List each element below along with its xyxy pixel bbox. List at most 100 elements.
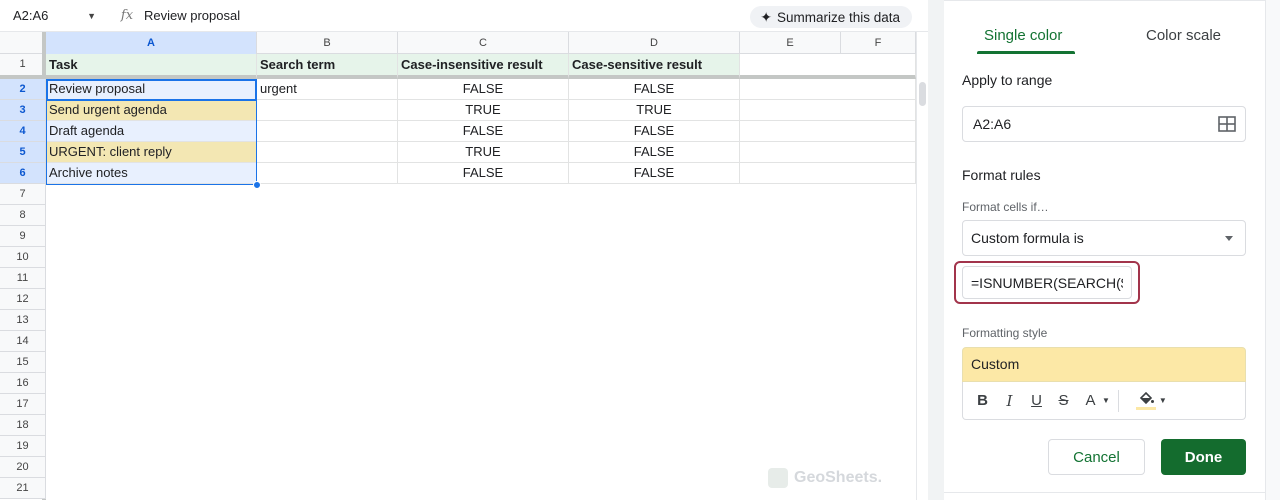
summarize-label: Summarize this data <box>776 9 900 25</box>
row-header-4[interactable]: 4 <box>0 121 46 142</box>
name-box[interactable]: A2:A6 ▼ <box>0 0 104 32</box>
column-header-f[interactable]: F <box>841 32 916 54</box>
row-header-15[interactable]: 15 <box>0 352 46 373</box>
cell[interactable] <box>257 142 398 163</box>
bold-button[interactable]: B <box>971 388 994 414</box>
tab-color-scale[interactable]: Color scale <box>1146 27 1221 44</box>
row-header-11[interactable]: 11 <box>0 268 46 289</box>
row-header-21[interactable]: 21 <box>0 478 46 499</box>
row-header-5[interactable]: 5 <box>0 142 46 163</box>
header-cell-case-sensitive[interactable]: Case-sensitive result <box>569 54 740 79</box>
cell[interactable] <box>257 121 398 142</box>
cell[interactable] <box>740 142 916 163</box>
fill-color-button[interactable] <box>1133 388 1159 414</box>
row-header-12[interactable]: 12 <box>0 289 46 310</box>
panel-scroll-gutter <box>1265 0 1280 500</box>
row-header-7[interactable]: 7 <box>0 184 46 205</box>
style-preview[interactable]: Custom <box>962 347 1246 382</box>
spreadsheet-app: A2:A6 ▼ fx Review proposal ✦ Summarize t… <box>0 0 1280 500</box>
column-header-e[interactable]: E <box>740 32 841 54</box>
fill-handle[interactable] <box>253 181 261 189</box>
row-header-1[interactable]: 1 <box>0 54 46 79</box>
dropdown-arrow-icon <box>1225 236 1233 241</box>
tab-single-color[interactable]: Single color <box>984 27 1062 44</box>
cell[interactable] <box>740 100 916 121</box>
cell[interactable]: FALSE <box>569 79 740 100</box>
row-header-8[interactable]: 8 <box>0 205 46 226</box>
cell[interactable]: FALSE <box>398 163 569 184</box>
panel-gap <box>928 0 944 500</box>
range-input-value: A2:A6 <box>973 116 1012 132</box>
row-header-6[interactable]: 6 <box>0 163 46 184</box>
fill-color-caret-icon[interactable]: ▼ <box>1159 396 1167 405</box>
formula-input[interactable]: Review proposal <box>144 8 240 23</box>
cell[interactable]: TRUE <box>398 100 569 121</box>
cell[interactable] <box>740 79 916 100</box>
panel-tabs: Single color Color scale <box>944 13 1265 55</box>
done-button[interactable]: Done <box>1161 439 1246 475</box>
row-header-3[interactable]: 3 <box>0 100 46 121</box>
summarize-button[interactable]: ✦ Summarize this data <box>750 6 912 28</box>
apply-to-range-label: Apply to range <box>962 72 1053 88</box>
column-header-a[interactable]: A <box>46 32 257 54</box>
cell[interactable]: URGENT: client reply <box>46 142 257 163</box>
vertical-scrollbar[interactable] <box>916 32 928 500</box>
paint-bucket-icon <box>1139 391 1154 404</box>
formatting-style-label: Formatting style <box>962 326 1048 340</box>
text-color-caret-icon[interactable]: ▼ <box>1102 396 1110 405</box>
column-header-b[interactable]: B <box>257 32 398 54</box>
cell[interactable]: TRUE <box>398 142 569 163</box>
cell[interactable]: urgent <box>257 79 398 100</box>
spreadsheet-grid[interactable]: A B C D E F 1 Task Search term Case-inse… <box>0 32 916 500</box>
row-header-2[interactable]: 2 <box>0 79 46 100</box>
row-header-10[interactable]: 10 <box>0 247 46 268</box>
format-rules-label: Format rules <box>962 167 1041 183</box>
chevron-down-icon[interactable]: ▼ <box>87 11 96 21</box>
header-cell-search-term[interactable]: Search term <box>257 54 398 79</box>
row-header-18[interactable]: 18 <box>0 415 46 436</box>
row-header-13[interactable]: 13 <box>0 310 46 331</box>
fx-icon: fx <box>120 8 134 23</box>
cell[interactable]: FALSE <box>398 121 569 142</box>
cell[interactable] <box>257 163 398 184</box>
cell[interactable]: Send urgent agenda <box>46 100 257 121</box>
select-range-icon[interactable] <box>1218 116 1236 132</box>
row-header-9[interactable]: 9 <box>0 226 46 247</box>
range-input[interactable]: A2:A6 <box>962 106 1246 142</box>
custom-formula-input[interactable] <box>962 266 1132 299</box>
style-toolbar: B I U S A ▼ ▼ <box>962 382 1246 420</box>
condition-select[interactable]: Custom formula is <box>962 220 1246 256</box>
scrollbar-thumb[interactable] <box>919 82 926 106</box>
cell[interactable] <box>257 100 398 121</box>
cell[interactable]: Review proposal <box>46 79 257 100</box>
strikethrough-button[interactable]: S <box>1052 388 1075 414</box>
cell[interactable]: FALSE <box>398 79 569 100</box>
cell[interactable]: FALSE <box>569 121 740 142</box>
header-cell-empty[interactable] <box>740 54 916 79</box>
select-all-corner[interactable] <box>0 32 46 54</box>
toolbar-divider <box>1117 389 1119 412</box>
format-cells-if-label: Format cells if… <box>962 200 1049 214</box>
cell[interactable] <box>740 121 916 142</box>
row-header-16[interactable]: 16 <box>0 373 46 394</box>
header-cell-task[interactable]: Task <box>46 54 257 79</box>
cell[interactable]: Draft agenda <box>46 121 257 142</box>
cell[interactable] <box>740 163 916 184</box>
column-header-c[interactable]: C <box>398 32 569 54</box>
row-header-17[interactable]: 17 <box>0 394 46 415</box>
cell[interactable]: FALSE <box>569 142 740 163</box>
cell[interactable]: FALSE <box>569 163 740 184</box>
cell[interactable]: Archive notes <box>46 163 257 184</box>
text-color-button[interactable]: A <box>1079 388 1102 414</box>
row-header-19[interactable]: 19 <box>0 436 46 457</box>
header-cell-case-insensitive[interactable]: Case-insensitive result <box>398 54 569 79</box>
row-header-14[interactable]: 14 <box>0 331 46 352</box>
italic-button[interactable]: I <box>998 388 1021 414</box>
column-header-d[interactable]: D <box>569 32 740 54</box>
underline-button[interactable]: U <box>1025 388 1048 414</box>
conditional-format-panel: Single color Color scale Apply to range … <box>944 0 1265 500</box>
cell[interactable]: TRUE <box>569 100 740 121</box>
row-header-20[interactable]: 20 <box>0 457 46 478</box>
watermark-text: GeoSheets. <box>794 469 883 486</box>
cancel-button[interactable]: Cancel <box>1048 439 1145 475</box>
